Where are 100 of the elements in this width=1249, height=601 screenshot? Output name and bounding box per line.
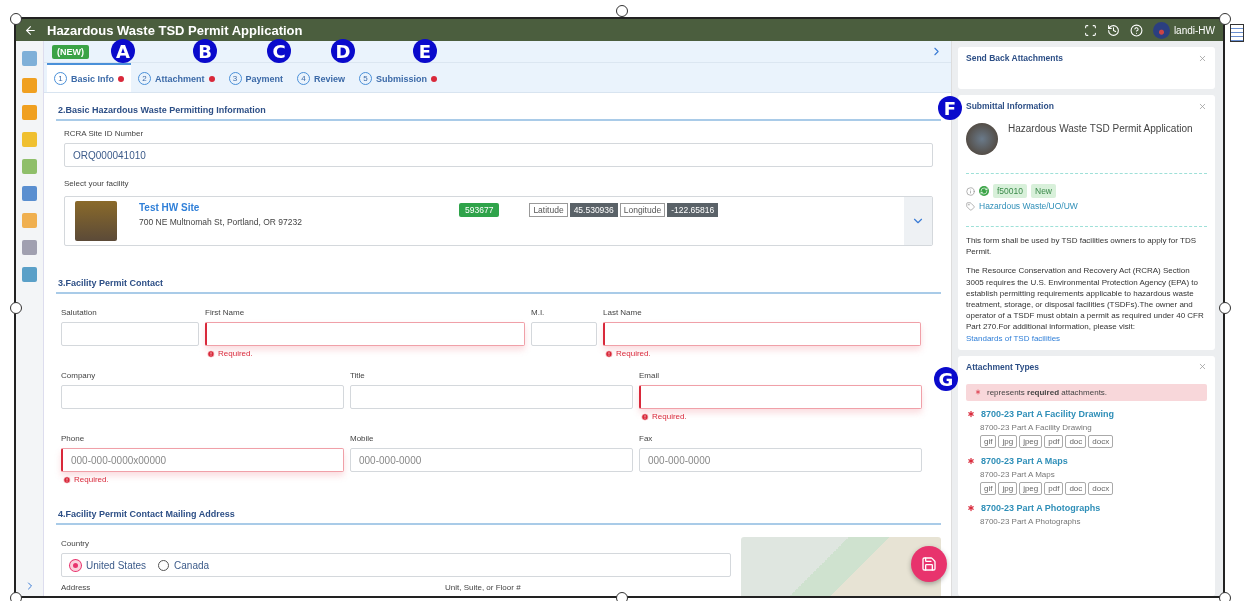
field-label: Mobile — [350, 434, 375, 443]
field-label: Salutation — [61, 308, 98, 317]
file-type-tag: docx — [1088, 481, 1114, 495]
field-label: Address — [61, 583, 92, 592]
file-type-tag: jpg — [998, 434, 1018, 448]
section-title: 4.Facility Permit Contact Mailing Address — [56, 497, 941, 525]
user-avatar[interactable] — [1152, 21, 1170, 39]
file-type-tag: jpeg — [1019, 434, 1043, 448]
section-title: 2.Basic Hazardous Waste Permitting Information — [56, 93, 941, 121]
attachment-type-link[interactable]: 8700-23 Part A Facility Drawing — [981, 408, 1114, 419]
attachment-type-link[interactable]: 8700-23 Part A Maps — [981, 455, 1068, 466]
attachment-description: 8700-23 Part A Maps — [980, 469, 1056, 479]
field-label: Unit, Suite, or Floor # — [445, 583, 521, 592]
app-shortcut-icon[interactable] — [22, 159, 37, 174]
coordinate-value: 45.530936 — [569, 203, 618, 217]
radio-label[interactable]: Canada — [174, 559, 210, 571]
error-message: Required. — [652, 412, 687, 421]
app-shortcut-icon[interactable] — [22, 105, 37, 120]
field-label: Title — [350, 371, 366, 380]
input-field[interactable] — [61, 322, 199, 346]
file-type-tag: pdf — [1044, 434, 1064, 448]
input-field[interactable] — [350, 385, 633, 409]
input-field[interactable] — [603, 322, 921, 346]
fullscreen-icon[interactable] — [1083, 23, 1097, 37]
close-icon[interactable] — [1198, 101, 1207, 111]
back-arrow-icon[interactable] — [24, 23, 37, 37]
field-label: First Name — [205, 308, 246, 317]
resize-handle[interactable] — [10, 13, 22, 25]
card-title: Submittal Information — [966, 101, 1054, 111]
help-icon[interactable] — [1129, 23, 1143, 37]
card-title: Attachment Types — [966, 361, 1040, 372]
field-label: Country — [61, 539, 90, 548]
step-tab[interactable]: 4 Review — [290, 63, 353, 92]
error-message: Required. — [616, 349, 651, 358]
facility-address: 700 NE Multnomah St, Portland, OR 97232 — [139, 217, 303, 227]
attachment-description: 8700-23 Part A Photographs — [980, 516, 1082, 526]
step-tab[interactable]: 1 Basic Info — [47, 63, 131, 92]
input-field[interactable]: 000-000-0000 — [350, 448, 633, 472]
file-type-tag: jpg — [998, 481, 1018, 495]
error-icon — [207, 349, 215, 358]
file-type-tag: doc — [1065, 434, 1087, 448]
asterisk-icon — [974, 388, 982, 397]
attachment-type-link[interactable]: 8700-23 Part A Photographs — [981, 502, 1101, 513]
step-label: Attachment — [155, 73, 205, 84]
user-name[interactable]: landi-HW — [1173, 24, 1215, 36]
window-title: Hazardous Waste TSD Permit Application — [47, 22, 304, 38]
history-icon[interactable] — [1106, 23, 1120, 37]
note-text: represents required attachments. — [987, 387, 1108, 397]
app-shortcut-icon[interactable] — [22, 213, 37, 228]
form-id-tag: f50010 — [993, 184, 1027, 198]
facility-card[interactable]: Test HW Site 700 NE Multnomah St, Portland, OR 97232 593677 Latitude 45.530936 Longitude -122.65816 — [64, 196, 933, 246]
app-shortcut-icon[interactable] — [22, 267, 37, 282]
coordinate-label: Latitude — [529, 203, 568, 217]
standards-link[interactable]: Standards of TSD facilities — [966, 333, 1061, 343]
form-name: Hazardous Waste TSD Permit Application — [1008, 123, 1193, 136]
error-message: Required. — [74, 475, 109, 484]
field-label: Select your facility — [64, 179, 130, 188]
file-type-tag: gif — [980, 434, 997, 448]
app-shortcut-icon[interactable] — [22, 186, 37, 201]
app-shortcut-icon[interactable] — [22, 240, 37, 255]
close-icon[interactable] — [1198, 362, 1207, 372]
refresh-icon — [979, 186, 989, 196]
resize-handle[interactable] — [616, 5, 628, 17]
app-shortcut-icon[interactable] — [22, 132, 37, 147]
status-badge: (NEW) — [52, 44, 89, 59]
radio-label[interactable]: United States — [86, 559, 147, 571]
error-icon — [641, 412, 649, 421]
input-field[interactable] — [205, 322, 525, 346]
step-label: Review — [314, 73, 346, 84]
facility-name[interactable]: Test HW Site — [139, 202, 459, 213]
step-tab[interactable]: 5 Submission — [352, 63, 445, 92]
step-label: Basic Info — [71, 73, 114, 84]
card-title: Send Back Attachments — [966, 53, 1063, 63]
file-type-tag: gif — [980, 481, 997, 495]
layout-options-icon[interactable] — [1230, 24, 1244, 42]
app-shortcut-icon[interactable] — [22, 51, 37, 66]
app-shortcut-icon[interactable] — [22, 78, 37, 93]
field-label: RCRA Site ID Number — [64, 129, 145, 138]
error-message: Required. — [218, 349, 253, 358]
input-field[interactable]: 000-000-0000 — [639, 448, 922, 472]
input-field[interactable]: ORQ000041010 — [64, 143, 933, 167]
form-details: The Resource Conservation and Recovery Act (RCRA) Section 3005 requires the U.S. Environmental Protection Agency (EPA) to establish permitting requirements applicable to hazardous waste treatment, storage, or disposal facilities (TSDFs).The owner and operator of a TSDF must obtain a permit as required under 40 CFR Part 270.For additional information, please visit: Standards of TSD facilities — [966, 265, 1205, 344]
file-type-tag: docx — [1088, 434, 1114, 448]
resize-handle[interactable] — [10, 302, 22, 314]
step-tab[interactable]: 3 Payment — [221, 63, 291, 92]
input-field[interactable] — [531, 322, 597, 346]
input-field[interactable]: 000-000-0000x00000 — [61, 448, 344, 472]
field-label: Email — [639, 371, 660, 380]
close-icon[interactable] — [1198, 53, 1207, 63]
section-title: 3.Facility Permit Contact — [56, 266, 941, 294]
category-link[interactable]: Hazardous Waste/UO/UW — [979, 201, 1078, 211]
file-type-tag: doc — [1065, 481, 1087, 495]
error-icon — [605, 349, 613, 358]
radio-button[interactable] — [158, 559, 170, 571]
step-tab[interactable]: 2 Attachment — [131, 63, 222, 92]
input-field[interactable] — [61, 385, 344, 409]
resize-handle[interactable] — [1219, 13, 1231, 25]
input-field[interactable] — [639, 385, 922, 409]
file-type-tag: jpeg — [1019, 481, 1043, 495]
coordinate-label: Longitude — [619, 203, 666, 217]
